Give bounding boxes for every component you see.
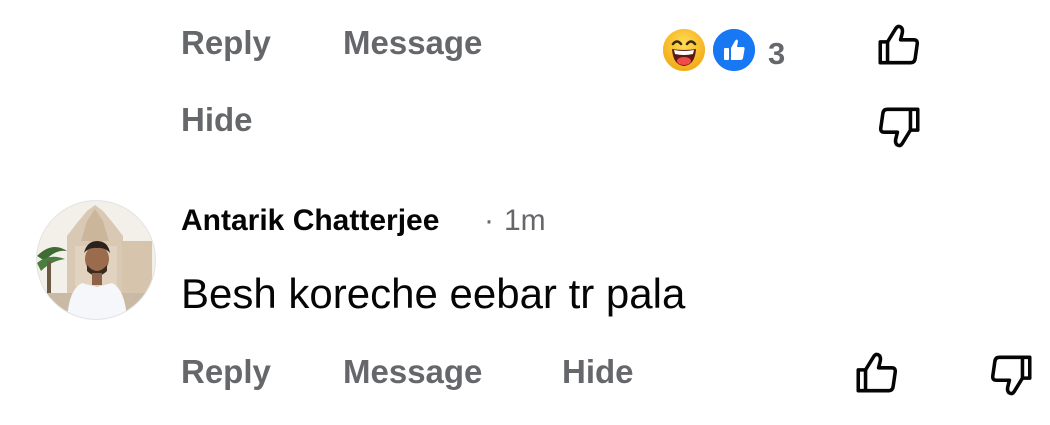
thumbs-down-icon[interactable]	[874, 102, 924, 152]
laughing-emoji-icon	[660, 26, 708, 74]
hide-button[interactable]: Hide	[562, 355, 634, 388]
reply-button[interactable]: Reply	[181, 355, 271, 388]
thumbs-up-icon[interactable]	[852, 348, 902, 398]
comment-timestamp[interactable]: 1m	[504, 206, 546, 236]
thumbs-down-icon[interactable]	[986, 350, 1036, 400]
comment-text: Besh koreche eebar tr pala	[181, 270, 686, 317]
reaction-count: 3	[768, 36, 786, 71]
thumbs-up-icon[interactable]	[874, 20, 924, 70]
message-button[interactable]: Message	[343, 26, 482, 59]
message-button[interactable]: Message	[343, 355, 482, 388]
meta-separator: ·	[484, 204, 494, 237]
like-reaction-icon	[710, 26, 758, 74]
author-name[interactable]: Antarik Chatterjee	[181, 206, 439, 236]
hide-button[interactable]: Hide	[181, 103, 253, 136]
reply-button[interactable]: Reply	[181, 26, 271, 59]
avatar[interactable]	[36, 200, 156, 320]
profile-photo-icon	[37, 201, 155, 319]
reactions-summary[interactable]: 3	[660, 23, 800, 77]
